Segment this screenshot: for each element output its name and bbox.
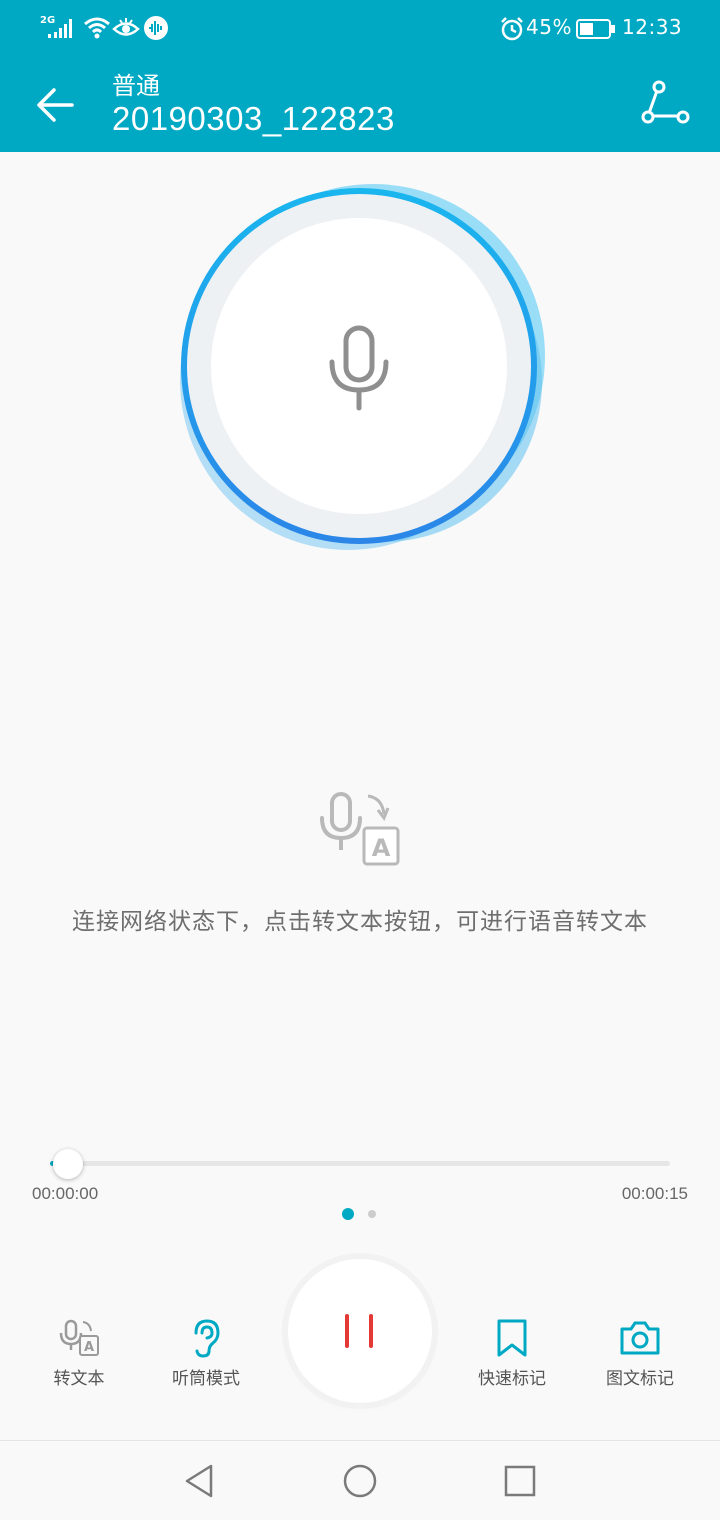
square-recents-icon bbox=[504, 1465, 536, 1497]
speech-to-text-hint-icon: A bbox=[316, 788, 406, 872]
alarm-icon bbox=[501, 17, 523, 41]
page-indicator-dot bbox=[368, 1210, 376, 1218]
playback-progress-thumb[interactable] bbox=[53, 1149, 83, 1179]
quick-mark-label: 快速标记 bbox=[478, 1369, 546, 1389]
recording-mode-label: 普通 bbox=[112, 72, 160, 100]
status-right-group: 45% 12:33 bbox=[500, 12, 682, 44]
eye-comfort-icon bbox=[112, 18, 140, 36]
pause-button[interactable] bbox=[288, 1259, 432, 1403]
svg-text:A: A bbox=[372, 834, 391, 862]
camera-icon bbox=[620, 1321, 660, 1355]
recording-title: 20190303_122823 bbox=[112, 100, 395, 137]
nav-recents-button[interactable] bbox=[500, 1461, 540, 1501]
total-time: 00:00:15 bbox=[621, 1184, 688, 1203]
page-indicator-dot-active bbox=[342, 1208, 354, 1220]
pause-icon-left-bar bbox=[345, 1314, 349, 1348]
to-text-button[interactable]: A 转文本 bbox=[19, 1318, 139, 1389]
status-bar: 2G 45% 12:33 bbox=[0, 0, 720, 56]
battery-percent: 45% bbox=[526, 15, 572, 39]
elapsed-time: 00:00:00 bbox=[32, 1184, 99, 1203]
system-navigation-bar bbox=[0, 1440, 720, 1520]
pause-icon-right-bar bbox=[369, 1314, 373, 1348]
recording-visualizer bbox=[160, 168, 560, 568]
nav-home-button[interactable] bbox=[340, 1461, 380, 1501]
svg-text:A: A bbox=[84, 1340, 94, 1355]
quick-mark-button[interactable]: 快速标记 bbox=[452, 1318, 572, 1389]
nav-back-button[interactable] bbox=[180, 1461, 220, 1501]
bookmark-icon bbox=[497, 1319, 527, 1357]
microphone-icon bbox=[329, 325, 389, 411]
arrow-left-icon bbox=[37, 88, 74, 122]
signal-icon bbox=[48, 19, 72, 38]
speech-to-text-icon: A bbox=[59, 1319, 99, 1356]
clock-time: 12:33 bbox=[622, 15, 683, 39]
playback-progress-track[interactable] bbox=[50, 1161, 670, 1166]
triangle-back-icon bbox=[185, 1464, 213, 1498]
earpiece-mode-button[interactable]: 听筒模式 bbox=[146, 1318, 266, 1389]
to-text-label: 转文本 bbox=[53, 1369, 105, 1389]
share-icon bbox=[641, 80, 690, 124]
image-mark-button[interactable]: 图文标记 bbox=[580, 1318, 700, 1389]
ear-icon bbox=[194, 1319, 220, 1358]
app-header: 2G 45% 12:33 普通 20190303_122823 bbox=[0, 0, 720, 152]
image-mark-label: 图文标记 bbox=[606, 1369, 674, 1389]
circle-home-icon bbox=[343, 1464, 377, 1498]
earpiece-mode-label: 听筒模式 bbox=[172, 1369, 240, 1389]
back-button[interactable] bbox=[30, 78, 86, 134]
wifi-icon bbox=[84, 17, 110, 39]
share-button[interactable] bbox=[640, 78, 692, 130]
voice-recording-indicator-icon bbox=[144, 16, 168, 40]
speech-to-text-hint: 连接网络状态下，点击转文本按钮，可进行语音转文本 bbox=[72, 909, 648, 935]
battery-icon bbox=[576, 19, 615, 39]
